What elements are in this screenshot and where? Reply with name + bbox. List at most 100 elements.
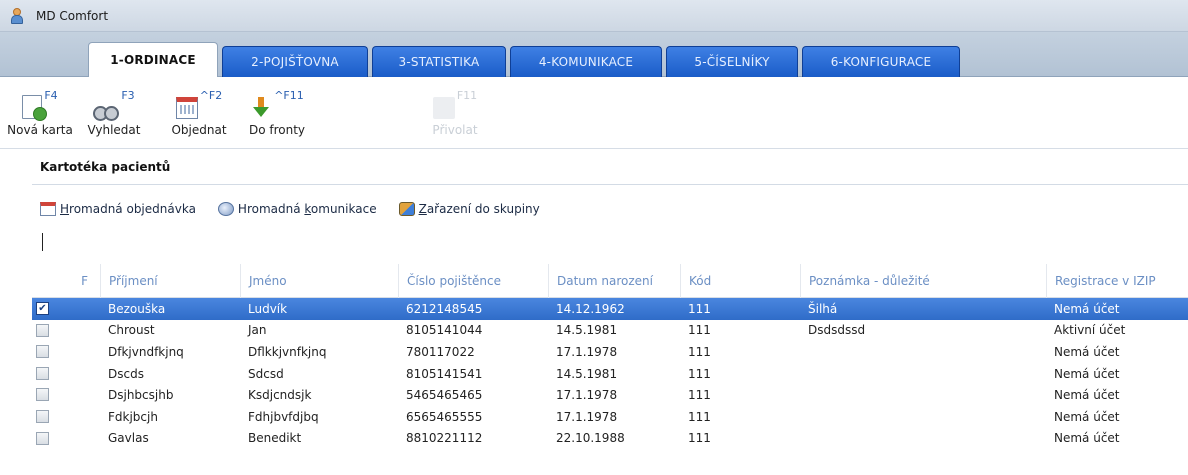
hotkey-label: F4 bbox=[44, 89, 58, 102]
cell-insurance-number: 8105141044 bbox=[406, 323, 483, 338]
button-label: Objednat bbox=[171, 123, 227, 137]
label-part: Hromadná bbox=[237, 202, 305, 216]
bulk-communication-label: Hromadná komunikace bbox=[238, 202, 377, 216]
row-checkbox[interactable] bbox=[36, 366, 49, 380]
tab-label: 2-POJIŠŤOVNA bbox=[251, 55, 339, 69]
hotkey-label: F11 bbox=[456, 89, 478, 102]
table-row[interactable]: Gavlas Benedikt 8810221112 22.10.1988 111 Nem… bbox=[32, 428, 1188, 450]
ribbon-toolbar: F4 Nová karta F3 Vyhledat ^F2 Objednat ^… bbox=[0, 77, 1188, 149]
binoculars-icon bbox=[93, 103, 120, 121]
tab-komunikace[interactable]: 4-KOMUNIKACE bbox=[510, 46, 662, 77]
column-header-birth-date[interactable]: Datum narození bbox=[548, 264, 680, 298]
column-header-izip-registration[interactable]: Registrace v IZIP bbox=[1046, 264, 1188, 298]
cell-surname: Fdkjbcjh bbox=[108, 409, 158, 424]
cell-surname: Dfkjvndfkjnq bbox=[108, 344, 184, 359]
cell-izip-registration: Nemá účet bbox=[1054, 366, 1120, 381]
column-header-note[interactable]: Poznámka - důležité bbox=[800, 264, 1046, 298]
hotkey-label: ^F2 bbox=[199, 89, 223, 102]
tab-ciselniky[interactable]: 5-ČÍSELNÍKY bbox=[666, 46, 798, 77]
hotkey-label: F3 bbox=[121, 89, 135, 102]
patient-filter-input[interactable] bbox=[32, 230, 1188, 254]
access-key: H bbox=[60, 202, 70, 216]
cell-first-name: Dflkkjvnfkjnq bbox=[248, 344, 327, 359]
cell-izip-registration: Nemá účet bbox=[1054, 344, 1120, 359]
hotkey-label: ^F11 bbox=[274, 89, 304, 102]
cell-code: 111 bbox=[688, 388, 711, 403]
row-checkbox[interactable] bbox=[36, 388, 49, 402]
cell-surname: Dscds bbox=[108, 366, 144, 381]
column-header-insurance-number[interactable]: Číslo pojištěnce bbox=[398, 264, 548, 298]
cell-insurance-number: 780117022 bbox=[406, 344, 475, 359]
table-row[interactable]: Chroust Jan 8105141044 14.5.1981 111 Dsdsdssd… bbox=[32, 320, 1188, 342]
cell-birth-date: 17.1.1978 bbox=[556, 409, 618, 424]
row-checkbox[interactable] bbox=[36, 345, 49, 359]
cell-insurance-number: 8810221112 bbox=[406, 431, 483, 446]
column-header-first-name[interactable]: Jméno bbox=[240, 264, 398, 298]
cell-birth-date: 17.1.1978 bbox=[556, 344, 618, 359]
app-user-icon bbox=[10, 7, 24, 24]
cell-surname: Gavlas bbox=[108, 431, 149, 446]
cell-first-name: Benedikt bbox=[248, 431, 302, 446]
queue-button[interactable]: ^F11 Do fronty bbox=[244, 85, 310, 145]
tab-label: 5-ČÍSELNÍKY bbox=[694, 55, 770, 69]
cell-birth-date: 14.12.1962 bbox=[556, 301, 625, 316]
button-label: Do fronty bbox=[248, 123, 306, 137]
tab-ordinace[interactable]: 1-ORDINACE bbox=[88, 42, 218, 78]
cell-code: 111 bbox=[688, 344, 711, 359]
add-to-group-button[interactable]: Zařazení do skupiny bbox=[398, 202, 540, 216]
text-caret bbox=[42, 233, 43, 251]
cell-birth-date: 14.5.1981 bbox=[556, 323, 618, 338]
bulk-order-label: Hromadná objednávka bbox=[60, 202, 196, 216]
table-row[interactable]: ✔ Bezouška Ludvík 6212148545 14.12.1962 111 Ši… bbox=[32, 298, 1188, 320]
table-row[interactable]: Dsjhbcsjhb Ksdjcndsjk 5465465465 17.1.1978 1… bbox=[32, 384, 1188, 406]
group-icon bbox=[398, 202, 415, 216]
button-label: Vyhledat bbox=[87, 123, 141, 137]
row-checkbox[interactable] bbox=[36, 323, 49, 337]
row-checkbox[interactable]: ✔ bbox=[36, 302, 49, 315]
tab-konfigurace[interactable]: 6-KONFIGURACE bbox=[802, 46, 960, 77]
button-label: Nová karta bbox=[7, 123, 73, 137]
row-checkbox[interactable] bbox=[36, 409, 49, 423]
cell-birth-date: 14.5.1981 bbox=[556, 366, 618, 381]
cell-first-name: Ludvík bbox=[248, 301, 288, 316]
bulk-order-icon bbox=[40, 202, 56, 216]
table-row[interactable]: Fdkjbcjh Fdhjbvfdjbq 6565465555 17.1.1978 11… bbox=[32, 406, 1188, 428]
cell-note: Šilhá bbox=[808, 301, 838, 316]
order-button[interactable]: ^F2 Objednat bbox=[168, 85, 230, 145]
table-row[interactable]: Dfkjvndfkjnq Dflkkjvnfkjnq 780117022 17.1.1… bbox=[32, 341, 1188, 363]
new-card-icon bbox=[22, 95, 48, 121]
calendar-icon bbox=[175, 97, 198, 119]
cell-insurance-number: 6212148545 bbox=[406, 301, 483, 316]
access-key: Z bbox=[418, 202, 427, 216]
column-header-surname[interactable]: Příjmení bbox=[100, 264, 240, 298]
title-bar: MD Comfort bbox=[0, 0, 1188, 32]
cell-note bbox=[800, 341, 808, 363]
cell-note bbox=[800, 406, 808, 428]
cell-first-name: Sdcsd bbox=[248, 366, 284, 381]
call-button[interactable]: F11 Přivolat bbox=[422, 85, 488, 145]
cell-izip-registration: Nemá účet bbox=[1054, 388, 1120, 403]
bulk-order-button[interactable]: Hromadná objednávka bbox=[40, 202, 196, 216]
bulk-communication-button[interactable]: Hromadná komunikace bbox=[217, 202, 377, 216]
section-title: Kartotéka pacientů bbox=[40, 160, 171, 174]
search-button[interactable]: F3 Vyhledat bbox=[82, 85, 146, 145]
label-part: omunikace bbox=[310, 202, 377, 216]
cell-note bbox=[800, 384, 808, 406]
add-to-group-label: Zařazení do skupiny bbox=[419, 202, 540, 216]
column-header-code[interactable]: Kód bbox=[680, 264, 800, 298]
tab-pojistovna[interactable]: 2-POJIŠŤOVNA bbox=[222, 46, 368, 77]
tab-statistika[interactable]: 3-STATISTIKA bbox=[372, 46, 506, 77]
cell-code: 111 bbox=[688, 366, 711, 381]
column-header-f[interactable]: F bbox=[32, 264, 100, 298]
label-part: romadná objednávka bbox=[69, 202, 196, 216]
cell-birth-date: 17.1.1978 bbox=[556, 388, 618, 403]
left-margin bbox=[0, 149, 32, 475]
table-row[interactable]: Dscds Sdcsd 8105141541 14.5.1981 111 Nemá úče… bbox=[32, 363, 1188, 385]
row-checkbox[interactable] bbox=[36, 431, 49, 445]
cell-surname: Chroust bbox=[108, 323, 155, 338]
cell-code: 111 bbox=[688, 431, 711, 446]
tab-label: 1-ORDINACE bbox=[110, 53, 196, 67]
cell-izip-registration: Nemá účet bbox=[1054, 431, 1120, 446]
cell-first-name: Fdhjbvfdjbq bbox=[248, 409, 319, 424]
new-card-button[interactable]: F4 Nová karta bbox=[7, 85, 73, 145]
